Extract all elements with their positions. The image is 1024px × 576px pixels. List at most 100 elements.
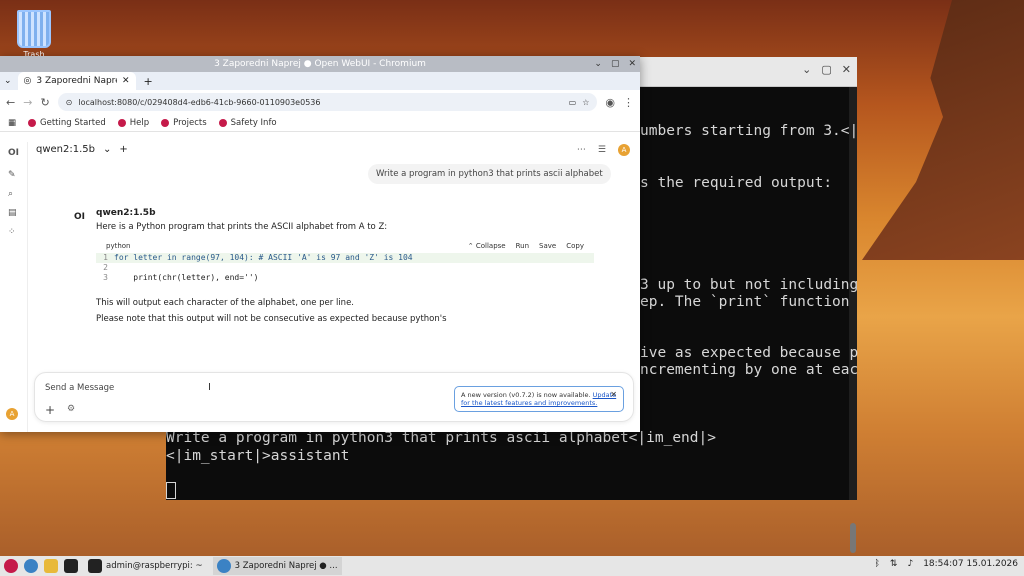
assistant-output-line: Please note that this output will not be… [96, 314, 447, 324]
text-cursor-icon: I [208, 382, 211, 393]
notes-icon[interactable]: ▤ [8, 208, 17, 218]
browser-titlebar[interactable]: 3 Zaporedni Naprej ● Open WebUI - Chromi… [0, 56, 640, 72]
tab-strip: ⌄ ◎ 3 Zaporedni Naprej ● Op ✕ + [0, 72, 640, 90]
bookmarks-bar: ▦ Getting Started Help Projects Safety I… [0, 114, 640, 132]
reload-icon[interactable]: ↻ [40, 96, 49, 109]
code-line[interactable]: 3 print(chr(letter), end='') [96, 273, 594, 283]
url-text: localhost:8080/c/029408d4-edb6-41cb-9660… [78, 97, 321, 107]
trash-icon [17, 10, 51, 48]
network-icon[interactable]: ⇅ [890, 559, 898, 569]
minimize-icon[interactable]: ⌄ [594, 56, 602, 72]
back-icon[interactable]: ← [6, 96, 15, 109]
workspace-icon[interactable]: ⁘ [8, 227, 16, 237]
browser-launcher-icon[interactable] [24, 559, 38, 573]
raspberry-menu-icon[interactable] [4, 559, 18, 573]
toast-close-icon[interactable]: ✕ [610, 391, 617, 399]
more-options-icon[interactable]: ⋯ [577, 145, 586, 155]
terminal-line: ncrementing by one at eac [640, 362, 859, 378]
tab-title: 3 Zaporedni Naprej ● Op [36, 76, 117, 86]
message-placeholder: Send a Message [45, 383, 115, 393]
code-line[interactable]: 2 [96, 263, 594, 273]
address-bar[interactable]: ⊙ localhost:8080/c/029408d4-edb6-41cb-96… [57, 93, 598, 111]
new-tab-icon[interactable]: + [144, 75, 153, 88]
assistant-model-name: qwen2:1.5b [96, 208, 156, 218]
code-block: python ⌃ Collapse Run Save Copy 1 for let… [96, 239, 594, 295]
window-title: 3 Zaporedni Naprej ● Open WebUI - Chromi… [214, 59, 426, 69]
terminal-line: ive as expected because p [640, 345, 859, 361]
browser-window[interactable]: 3 Zaporedni Naprej ● Open WebUI - Chromi… [0, 56, 640, 432]
trash-desktop-icon[interactable]: Trash [12, 10, 56, 59]
raspberry-icon [117, 118, 126, 127]
code-language: python [106, 242, 131, 250]
taskbar: admin@raspberrypi: ~ 3 Zaporedni Naprej … [0, 556, 1024, 576]
cast-icon[interactable]: ▭ [569, 98, 577, 107]
profile-icon[interactable]: ◉ [605, 96, 615, 109]
tab-favicon-icon: ◎ [23, 76, 32, 86]
sidebar-user-avatar[interactable]: A [6, 408, 18, 420]
scrollbar-thumb[interactable] [850, 523, 856, 553]
terminal-line: umbers starting from 3.<| [640, 123, 859, 139]
close-icon[interactable]: ✕ [628, 56, 636, 72]
user-avatar[interactable]: A [618, 144, 630, 156]
apps-icon[interactable]: ▦ [8, 118, 16, 128]
minimize-icon[interactable]: ⌄ [802, 63, 811, 76]
header-actions: ⋯ ☰ A [577, 144, 630, 156]
menu-icon[interactable]: ⋮ [623, 96, 634, 109]
maximize-icon[interactable]: ▢ [611, 56, 620, 72]
assistant-logo: OI [74, 212, 85, 222]
maximize-icon[interactable]: ▢ [821, 63, 831, 76]
update-toast[interactable]: A new version (v0.7.2) is now available.… [454, 386, 624, 412]
search-icon[interactable]: ⌕ [8, 189, 13, 199]
taskbar-browser-task[interactable]: 3 Zaporedni Naprej ● ... [212, 557, 342, 575]
controls-icon[interactable]: ☰ [598, 145, 606, 155]
raspberry-icon [161, 118, 170, 127]
terminal-line: 3 up to but not including [640, 277, 859, 293]
save-button[interactable]: Save [539, 242, 556, 250]
close-icon[interactable]: ✕ [842, 63, 851, 76]
terminal-line: s the required output: [640, 175, 833, 191]
openwebui-logo[interactable]: OI [8, 148, 19, 158]
user-message: Write a program in python3 that prints a… [368, 164, 611, 184]
terminal-line: <|im_start|>assistant [166, 448, 350, 464]
bookmark-getting-started[interactable]: Getting Started [28, 118, 106, 128]
bluetooth-icon[interactable]: ᛒ [874, 559, 879, 569]
system-tray: ᛒ ⇅ ♪ 18:54:07 15.01.2026 [874, 559, 1018, 569]
new-chat-icon[interactable]: ✎ [8, 170, 16, 180]
run-button[interactable]: Run [516, 242, 529, 250]
chevron-down-icon[interactable]: ⌄ [103, 144, 111, 155]
tools-icon[interactable]: ⚙ [67, 404, 75, 414]
model-selector[interactable]: qwen2:1.5b [36, 144, 95, 155]
desktop-wallpaper-mountain [862, 0, 1024, 260]
taskbar-terminal-task[interactable]: admin@raspberrypi: ~ [84, 557, 207, 575]
tab-search-icon[interactable]: ⌄ [4, 76, 12, 86]
add-model-icon[interactable]: + [119, 144, 127, 155]
terminal-line: Write a program in python3 that prints a… [166, 430, 716, 446]
copy-button[interactable]: Copy [566, 242, 584, 250]
terminal-cursor [166, 482, 176, 499]
site-info-icon[interactable]: ⊙ [66, 98, 73, 107]
terminal-icon [88, 559, 102, 573]
assistant-output-line: This will output each character of the a… [96, 298, 355, 308]
raspberry-icon [218, 118, 227, 127]
chat-header: qwen2:1.5b ⌄ + [36, 144, 128, 155]
bookmark-projects[interactable]: Projects [161, 118, 207, 128]
code-header: python ⌃ Collapse Run Save Copy [96, 239, 594, 253]
bookmark-safety-info[interactable]: Safety Info [218, 118, 277, 128]
terminal-launcher-icon[interactable] [64, 559, 78, 573]
tab-close-icon[interactable]: ✕ [122, 76, 130, 86]
attach-icon[interactable]: + [45, 403, 55, 417]
assistant-intro: Here is a Python program that prints the… [96, 222, 388, 232]
forward-icon[interactable]: → [23, 96, 32, 109]
browser-tab[interactable]: ◎ 3 Zaporedni Naprej ● Op ✕ [17, 72, 136, 90]
volume-icon[interactable]: ♪ [907, 559, 913, 569]
code-line[interactable]: 1 for letter in range(97, 104): # ASCII '… [96, 253, 594, 263]
bookmark-help[interactable]: Help [117, 118, 149, 128]
collapse-button[interactable]: ⌃ Collapse [468, 242, 506, 250]
toast-text: A new version (v0.7.2) is now available. [461, 391, 591, 399]
clock[interactable]: 18:54:07 15.01.2026 [923, 559, 1018, 569]
file-manager-icon[interactable] [44, 559, 58, 573]
bookmark-star-icon[interactable]: ☆ [582, 98, 589, 107]
webui-sidebar: OI ✎ ⌕ ▤ ⁘ [0, 142, 28, 432]
raspberry-icon [28, 118, 37, 127]
chromium-icon [216, 559, 231, 573]
